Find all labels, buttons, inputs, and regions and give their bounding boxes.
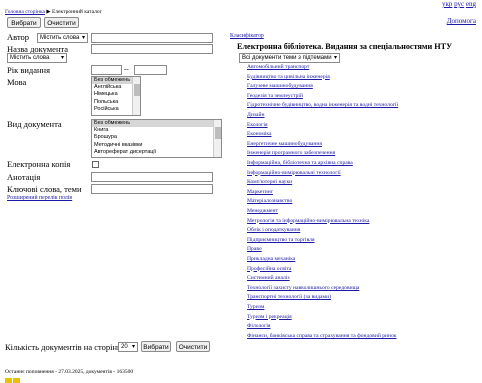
category-link[interactable]: Економіка [247,131,272,137]
advanced-fields-link[interactable]: Розширений перелік полів [7,195,72,201]
author-label: Автор [7,32,30,42]
ecopy-label: Електронна копія [7,159,71,169]
annotation-input[interactable] [91,172,213,182]
category-link[interactable]: Інформаційно-вимірювальні технології [247,170,341,176]
annotation-label: Анотація [7,172,41,182]
select-button-bottom[interactable]: Вибрати [141,341,171,352]
category-link[interactable]: Інженерія програмного забезпечення [247,150,335,156]
category-link[interactable]: Технології захисту навколишнього середов… [247,285,359,291]
lang-ukr-link[interactable]: укр [442,0,452,8]
language-label: Мова [7,77,27,87]
title-input[interactable] [91,44,213,54]
language-switcher: укр рус eng [442,0,476,8]
doctype-label: Вид документа [7,119,62,129]
doctype-option[interactable]: Книга [92,127,221,134]
help-link[interactable]: Допомога [447,17,476,25]
category-link[interactable]: Галузеве машинобудування [247,83,313,89]
category-link[interactable]: Комп'ютерні науки [247,179,292,185]
folder-icon [13,378,20,383]
doctype-option[interactable]: Автореферат дисертації [92,149,221,156]
chevron-down-icon: ▾ [81,35,85,41]
clear-button-top[interactable]: Очистити [44,17,79,28]
doctype-listbox[interactable]: Без обмежень Книга Брошура Методичні вка… [91,119,222,158]
category-link[interactable]: Геодезія та землеустрій [247,93,303,99]
language-scrollbar[interactable] [132,77,140,115]
category-link[interactable]: Туризм [247,304,264,310]
library-heading: Електронна бібліотека. Видання за спеціа… [237,42,453,51]
select-button-top[interactable]: Вибрати [7,17,41,28]
category-link[interactable]: Системний аналіз [247,275,290,281]
year-label: Рік видання [7,65,51,75]
ecopy-checkbox[interactable] [92,161,99,168]
lang-rus-link[interactable]: рус [454,0,464,8]
language-listbox[interactable]: Без обмежень Англійська Німецька Польськ… [91,76,141,116]
category-link[interactable]: Екологія [247,122,268,128]
year-from-input[interactable] [91,65,122,75]
category-link[interactable]: Прикладна механіка [247,256,295,262]
doctype-option[interactable]: Брошура [92,134,221,141]
category-link[interactable]: Енергетичне машинобудування [247,141,322,147]
category-link[interactable]: Інформаційна, бібліотечна та архівна спр… [247,160,353,166]
category-link[interactable]: Дизайн [247,112,265,118]
breadcrumb-home-link[interactable]: Головна сторінка [5,9,45,15]
chevron-down-icon: ▾ [60,55,64,61]
folder-icon [5,378,12,383]
category-link[interactable]: Автомобільний транспорт [247,64,309,70]
author-mode-select[interactable]: Містить слова ▾ [37,33,88,43]
category-link[interactable]: Будівництво та цивільна інженерія [247,74,330,80]
year-separator: -- [124,65,129,73]
per-page-label: Кількість документів на сторінці [5,342,124,352]
doctype-option[interactable]: Без обмежень [92,120,221,128]
lang-eng-link[interactable]: eng [466,0,476,8]
keywords-label: Ключові слова, теми [7,184,82,194]
category-link[interactable]: Транспортні технології (за видами) [247,294,331,300]
last-update-text: Останнє поповнення - 27.03.2025, докумен… [5,369,134,375]
category-link[interactable]: Фінанси, банківська справа та страхуванн… [247,333,397,339]
category-link[interactable]: Туризм і рекреація [247,314,292,320]
category-link[interactable]: Професійна освіта [247,266,291,272]
title-mode-select[interactable]: Містить слова ▾ [7,53,67,63]
category-link[interactable]: Право [247,246,262,252]
category-link[interactable]: Маркетинг [247,189,273,195]
chevron-down-icon: ▾ [131,344,135,350]
classifier-link[interactable]: Класифікатор [230,33,264,39]
category-link[interactable]: Менеджмент [247,208,278,214]
category-link[interactable]: Метрологія та інформаційно-вимірювальна … [247,218,369,224]
per-page-select[interactable]: 20 ▾ [118,342,138,352]
category-link[interactable]: Гідротехнічне будівництво, водна інженер… [247,102,398,108]
breadcrumb-separator: ▶ [46,9,51,15]
category-link[interactable]: Матеріалознавство [247,198,292,204]
clear-button-bottom[interactable]: Очистити [176,341,210,352]
doctype-scrollbar[interactable] [213,120,221,157]
year-to-input[interactable] [134,65,167,75]
author-input[interactable] [91,33,213,43]
category-link[interactable]: Підприємництво та торгівля [247,237,315,243]
category-link[interactable]: Філологія [247,323,271,329]
theme-filter-select[interactable]: Всі документи теми з підтемами ▾ [239,53,340,63]
category-link[interactable]: Облік і оподаткування [247,227,300,233]
doctype-option[interactable]: Методичні вказівки [92,142,221,149]
breadcrumb: Головна сторінка ▶ Електронний каталог [5,9,102,15]
breadcrumb-current: Електронний каталог [51,9,102,15]
chevron-down-icon: ▾ [333,55,337,61]
keywords-input[interactable] [91,184,213,194]
